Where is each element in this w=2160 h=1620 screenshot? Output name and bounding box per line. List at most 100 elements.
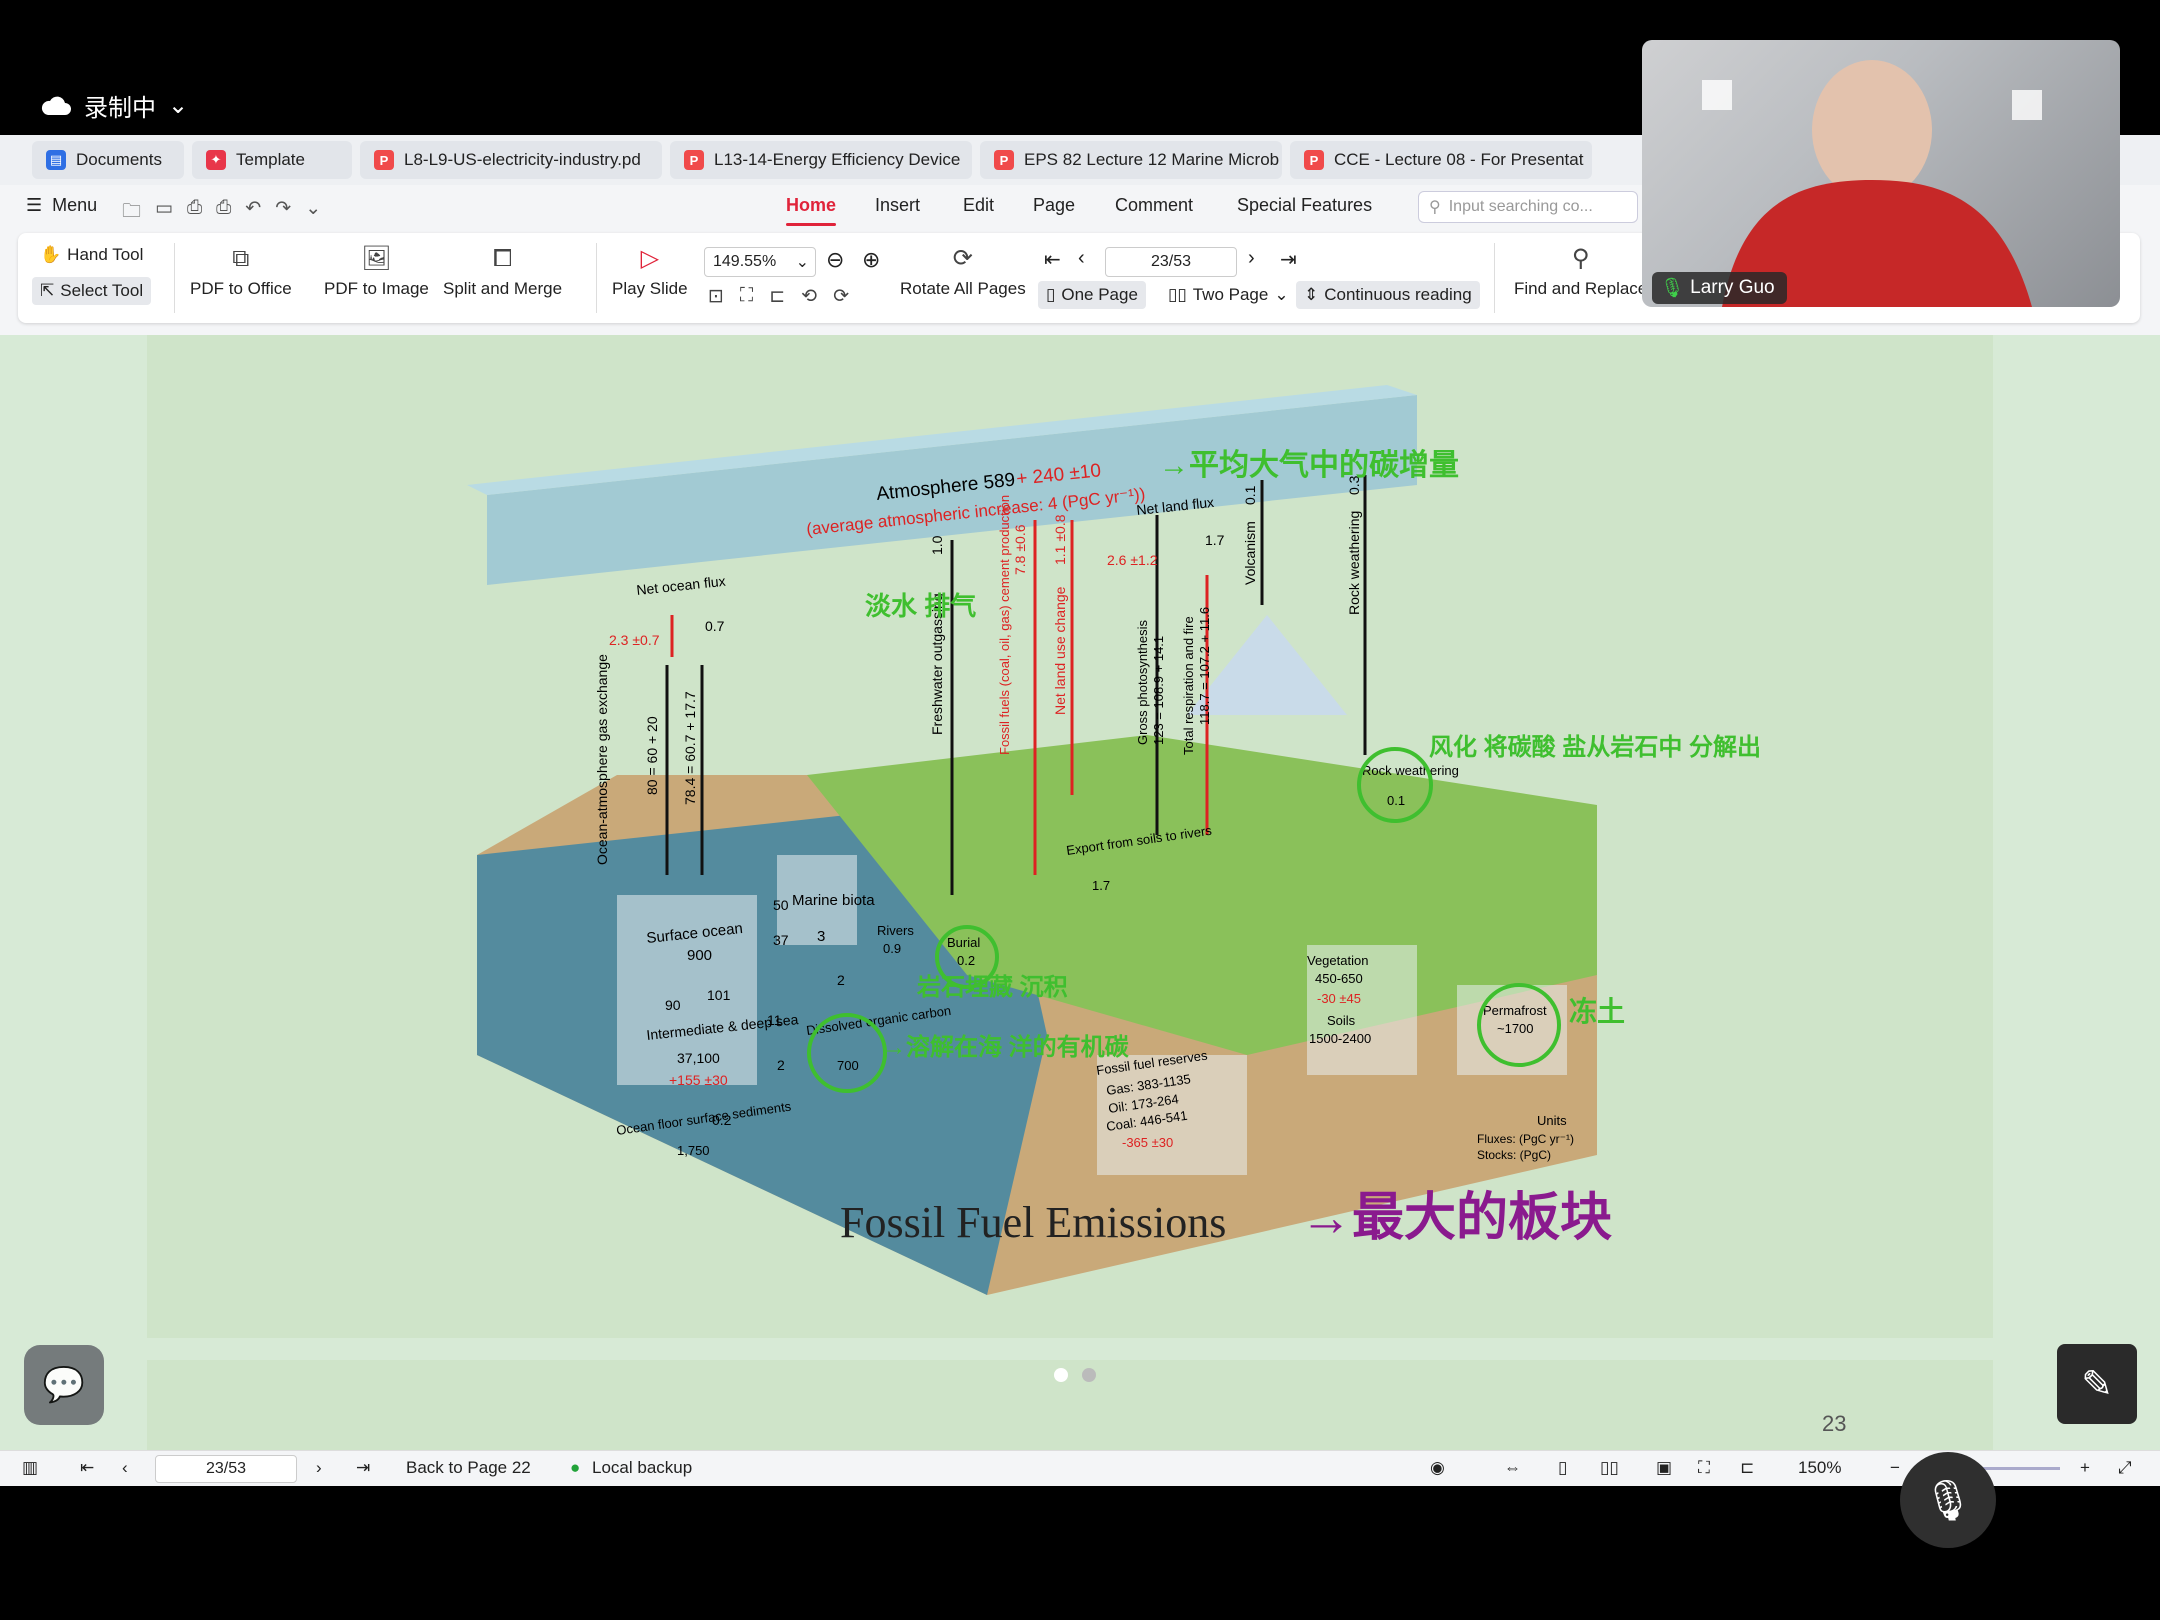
deep-sea-value: 37,100 [677, 1050, 720, 1066]
zoom-out-icon[interactable]: ⊖ [826, 247, 844, 273]
vegetation-value: 450-650 [1315, 971, 1363, 986]
page24-title: Fossil Fuel Emissions [840, 1198, 1227, 1247]
pager-dot[interactable] [1054, 1368, 1068, 1382]
tab-l13-14[interactable]: P L13-14-Energy Efficiency Device [670, 141, 972, 179]
zoom-in-icon[interactable]: + [2080, 1458, 2090, 1478]
prev-page-icon[interactable]: ‹ [122, 1458, 128, 1478]
tab-special-features[interactable]: Special Features [1237, 195, 1372, 216]
flux-2a: 2 [837, 972, 845, 988]
pdf-to-office-button[interactable]: ⧉ PDF to Office [190, 245, 292, 299]
status-zoom-value[interactable]: 150% [1798, 1458, 1841, 1478]
exchange-up: 78.4 = 60.7 + 17.7 [682, 691, 698, 805]
video-tile[interactable]: 🎙 Larry Guo [1642, 40, 2120, 307]
chevron-down-icon: ⌄ [1274, 285, 1289, 304]
tab-label: L13-14-Energy Efficiency Device [714, 150, 961, 169]
select-tool-button[interactable]: ⇱ Select Tool [32, 277, 152, 305]
tab-cce[interactable]: P CCE - Lecture 08 - For Presentat [1290, 141, 1592, 179]
tab-comment[interactable]: Comment [1115, 195, 1193, 216]
fit-page-icon[interactable]: ⛶ [1698, 1458, 1710, 1478]
chat-button[interactable]: 💬 [24, 1345, 104, 1425]
sidebar-toggle-icon[interactable]: ▥ [22, 1458, 38, 1478]
actual-size-icon[interactable]: ⊡ [708, 285, 724, 308]
status-page-input[interactable]: 23/53 [155, 1455, 297, 1483]
fossil-delta: -365 ±30 [1122, 1135, 1173, 1150]
zoom-select[interactable]: 149.55% ⌄ [704, 247, 816, 277]
tab-edit[interactable]: Edit [963, 195, 994, 216]
tab-l8-l9[interactable]: P L8-L9-US-electricity-industry.pd [360, 141, 662, 179]
doc-value: 700 [837, 1058, 859, 1073]
back-to-page-link[interactable]: Back to Page 22 [406, 1458, 531, 1478]
pager-dot[interactable] [1082, 1368, 1096, 1382]
last-page-icon[interactable]: ⇥ [1280, 247, 1297, 272]
undo-icon[interactable]: ↶ [245, 197, 261, 229]
rotate-all-pages-button[interactable]: ⟳ Rotate All Pages [900, 245, 1026, 299]
annotate-button[interactable]: ✎ [2057, 1344, 2137, 1424]
quick-access-toolbar: 🗀 ▭ ⎙ ⎙ ↶ ↷ ⌄ [122, 197, 321, 229]
zoom-in-icon[interactable]: ⊕ [862, 247, 880, 273]
tab-page[interactable]: Page [1033, 195, 1075, 216]
note-freshwater: 淡水 排气 [865, 591, 976, 621]
split-merge-button[interactable]: ⧠ Split and Merge [443, 245, 562, 299]
one-page-label: One Page [1061, 285, 1138, 304]
prev-page-icon[interactable]: ‹ [1078, 247, 1085, 270]
print-preview-icon[interactable]: ⎙ [216, 197, 231, 229]
cloud-icon [41, 96, 71, 115]
pdf-to-image-button[interactable]: 🖼 PDF to Image [324, 245, 429, 299]
play-slide-button[interactable]: ▷ Play Slide [612, 245, 688, 299]
marine-biota-value: 3 [817, 928, 825, 945]
first-page-icon[interactable]: ⇤ [1044, 247, 1061, 272]
hand-tool-button[interactable]: ✋ Hand Tool [32, 241, 151, 269]
next-page-icon[interactable]: › [316, 1458, 322, 1478]
burial-label: Burial [947, 935, 980, 950]
redo-icon[interactable]: ↷ [275, 197, 291, 229]
chevron-down-icon: ⌄ [795, 254, 809, 271]
page-number-input[interactable]: 23/53 [1105, 247, 1237, 277]
fullscreen-icon[interactable]: ⊏ [1740, 1458, 1754, 1478]
local-backup-label[interactable]: Local backup [592, 1458, 692, 1478]
fit-page-icon[interactable]: ⛶ [740, 285, 753, 308]
page24-note: →最大的板块 [1300, 1189, 1613, 1247]
zoom-out-icon[interactable]: − [1890, 1458, 1900, 1478]
units-flux: Fluxes: (PgC yr⁻¹) [1477, 1132, 1574, 1146]
next-page-icon[interactable]: › [1248, 247, 1255, 270]
tab-home[interactable]: Home [786, 195, 837, 226]
menu-label: Menu [52, 195, 98, 215]
first-page-icon[interactable]: ⇤ [80, 1458, 94, 1478]
tab-insert[interactable]: Insert [875, 195, 920, 216]
tab-label: L8-L9-US-electricity-industry.pd [404, 150, 641, 169]
single-page-icon[interactable]: ▯ [1558, 1458, 1567, 1478]
two-page-button[interactable]: ▯▯ Two Page ⌄ [1160, 281, 1297, 309]
fossil-fuels-value: 7.8 ±0.6 [1012, 524, 1028, 575]
find-replace-button[interactable]: ⚲ Find and Replace [1514, 245, 1647, 299]
tab-documents[interactable]: ▤ Documents [32, 141, 184, 179]
continuous-reading-button[interactable]: ⇕ Continuous reading [1296, 281, 1480, 309]
tab-template[interactable]: ✦ Template [192, 141, 352, 179]
last-page-icon[interactable]: ⇥ [356, 1458, 370, 1478]
fit-width-icon[interactable]: ⊏ [769, 285, 785, 308]
expand-icon[interactable]: ⤢ [2118, 1458, 2132, 1478]
print-icon[interactable]: ⎙ [187, 197, 202, 229]
participant-name: Larry Guo [1690, 277, 1775, 298]
fit-width-icon[interactable]: ⇔ [1504, 1458, 1521, 1478]
search-input[interactable]: ⚲ Input searching co... [1418, 191, 1638, 223]
rotate-left-icon[interactable]: ⟲ [801, 285, 817, 308]
chevron-down-icon: ⌄ [168, 92, 189, 119]
fossil-fuels-label: Fossil fuels (coal, oil, gas) cement pro… [997, 495, 1012, 755]
double-page-icon[interactable]: ▯▯ [1600, 1458, 1619, 1478]
tab-label: CCE - Lecture 08 - For Presentat [1334, 150, 1584, 169]
tab-eps82[interactable]: P EPS 82 Lecture 12 Marine Microb [980, 141, 1282, 179]
recording-indicator[interactable]: 录制中 ⌄ [40, 88, 188, 123]
rotate-right-icon[interactable]: ⟳ [833, 285, 849, 308]
status-page-value: 23/53 [205, 1460, 247, 1477]
mute-button[interactable]: 🎙 [1900, 1452, 1996, 1548]
one-page-button[interactable]: ▯ One Page [1038, 281, 1146, 309]
menu-button[interactable]: ☰ Menu [26, 195, 97, 216]
note-rock: 风化 将碳酸 盐从岩石中 分解出 [1429, 733, 1761, 761]
book-view-icon[interactable]: ▣ [1656, 1458, 1672, 1478]
save-icon[interactable]: ▭ [155, 197, 173, 229]
document-viewport[interactable]: Atmosphere 589 + 240 ±10 (average atmosp… [0, 335, 2160, 1450]
eye-icon[interactable]: ◉ [1430, 1458, 1445, 1478]
open-folder-icon[interactable]: 🗀 [122, 197, 141, 229]
more-chevron-icon[interactable]: ⌄ [305, 197, 321, 229]
page-number-label: 23 [1822, 1411, 1847, 1436]
